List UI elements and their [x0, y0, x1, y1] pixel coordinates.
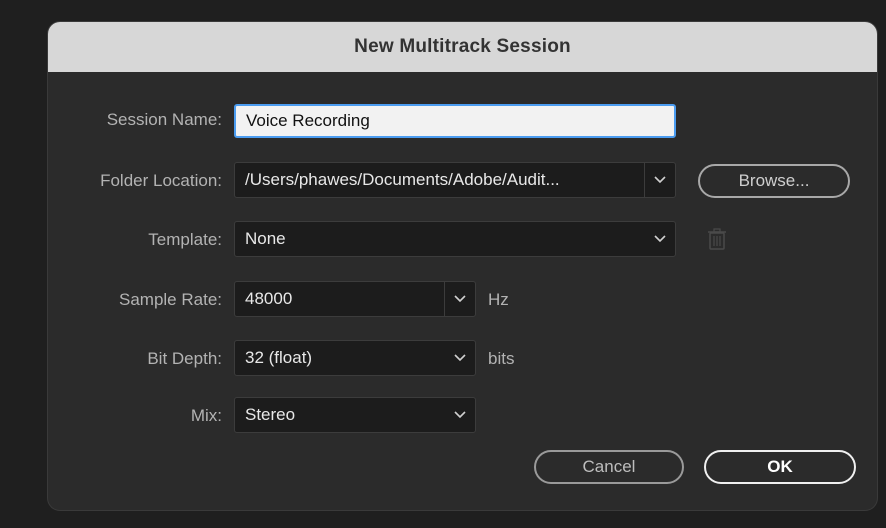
chevron-down-icon[interactable] [444, 282, 475, 316]
trash-icon[interactable] [708, 228, 726, 250]
template-label: Template: [148, 230, 222, 249]
chevron-down-icon [445, 341, 475, 375]
mix-label: Mix: [190, 406, 222, 425]
session-name-input[interactable] [234, 104, 676, 138]
sample-rate-label: Sample Rate: [119, 290, 222, 309]
title-bar: New Multitrack Session [48, 22, 877, 72]
bit-depth-value: 32 (float) [245, 348, 313, 367]
mix-select[interactable]: Stereo [234, 397, 476, 433]
folder-location-value: /Users/phawes/Documents/Adobe/Audit... [245, 170, 560, 189]
mix-value: Stereo [245, 405, 296, 424]
new-multitrack-session-dialog: New Multitrack Session Session Name: Fol… [48, 22, 877, 510]
browse-button[interactable]: Browse... [698, 164, 850, 198]
chevron-down-icon [645, 222, 675, 256]
bit-depth-label: Bit Depth: [147, 349, 222, 368]
template-value: None [245, 229, 286, 248]
folder-location-select[interactable]: /Users/phawes/Documents/Adobe/Audit... [234, 162, 676, 198]
folder-location-label: Folder Location: [100, 171, 222, 190]
sample-rate-unit: Hz [488, 290, 509, 309]
chevron-down-icon[interactable] [644, 163, 675, 197]
chevron-down-icon [445, 398, 475, 432]
ok-button[interactable]: OK [704, 450, 856, 484]
bit-depth-unit: bits [488, 349, 515, 368]
cancel-button[interactable]: Cancel [534, 450, 684, 484]
bit-depth-select[interactable]: 32 (float) [234, 340, 476, 376]
sample-rate-value: 48000 [245, 289, 293, 308]
template-select[interactable]: None [234, 221, 676, 257]
session-name-label: Session Name: [106, 110, 222, 129]
dialog-title: New Multitrack Session [354, 36, 571, 57]
sample-rate-select[interactable]: 48000 [234, 281, 476, 317]
